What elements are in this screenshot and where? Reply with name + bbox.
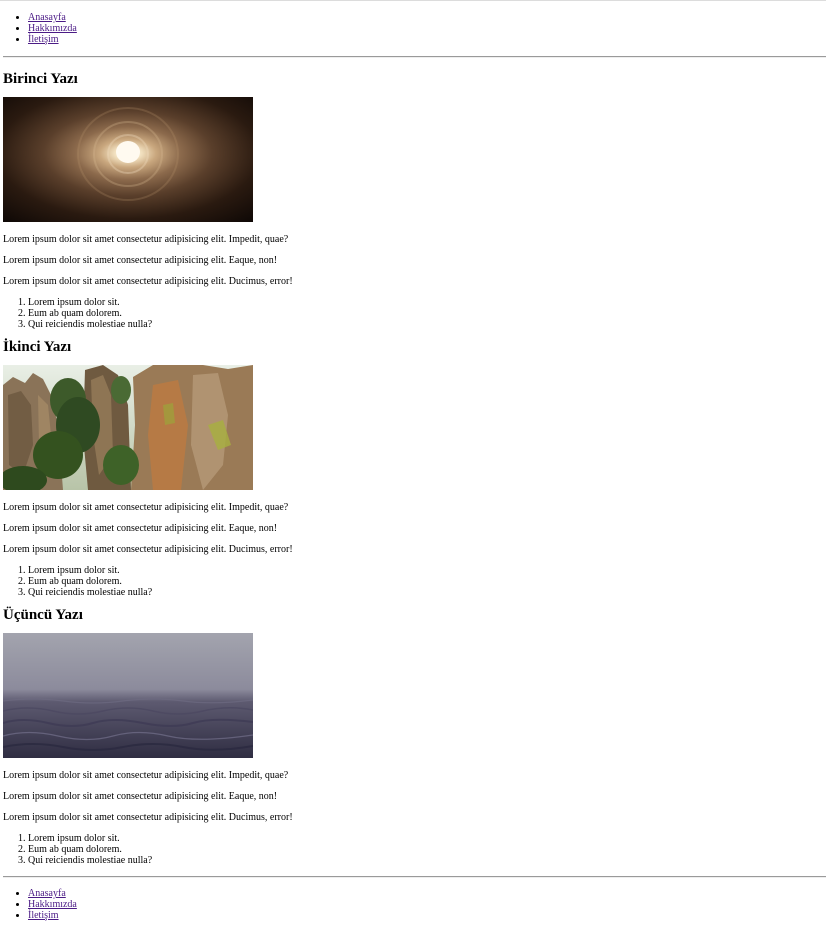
article-2: İkinci Yazı Lorem ipsum dolor sit amet c… <box>3 339 826 598</box>
article-paragraph: Lorem ipsum dolor sit amet consectetur a… <box>3 770 289 781</box>
article-paragraph: Lorem ipsum dolor sit amet consectetur a… <box>3 812 293 823</box>
list-item: Eum ab quam dolorem. <box>28 844 826 855</box>
nav-item-home: Anasayfa <box>28 12 826 23</box>
nav-link-home[interactable]: Anasayfa <box>28 888 66 899</box>
nav-item-about: Hakkımızda <box>28 23 826 34</box>
article-title: Üçüncü Yazı <box>3 607 83 623</box>
article-paragraph: Lorem ipsum dolor sit amet consectetur a… <box>3 544 293 555</box>
list-item: Lorem ipsum dolor sit. <box>28 565 826 576</box>
article-paragraph: Lorem ipsum dolor sit amet consectetur a… <box>3 255 278 266</box>
article-3: Üçüncü Yazı Lorem ipsum dolor sit amet c… <box>3 607 826 866</box>
page: Anasayfa Hakkımızda İletişim Birinci Yaz… <box>0 0 826 921</box>
article-paragraph: Lorem ipsum dolor sit amet consectetur a… <box>3 791 278 802</box>
article-paragraph: Lorem ipsum dolor sit amet consectetur a… <box>3 523 278 534</box>
article-paragraph: Lorem ipsum dolor sit amet consectetur a… <box>3 502 289 513</box>
article-list: Lorem ipsum dolor sit. Eum ab quam dolor… <box>3 297 826 330</box>
bottom-navigation: Anasayfa Hakkımızda İletişim <box>3 888 826 921</box>
nav-item-about: Hakkımızda <box>28 899 826 910</box>
article-title: Birinci Yazı <box>3 71 78 87</box>
list-item: Qui reiciendis molestiae nulla? <box>28 319 826 330</box>
nav-link-home[interactable]: Anasayfa <box>28 12 66 23</box>
article-1: Birinci Yazı Lorem ipsum dolor sit amet … <box>3 71 826 330</box>
article-list: Lorem ipsum dolor sit. Eum ab quam dolor… <box>3 565 826 598</box>
divider-bottom <box>3 876 826 878</box>
nav-link-about[interactable]: Hakkımızda <box>28 899 77 910</box>
nav-link-about[interactable]: Hakkımızda <box>28 23 77 34</box>
tunnel-photo <box>3 97 253 222</box>
nav-item-contact: İletişim <box>28 910 826 921</box>
rock-cliffs-photo <box>3 365 253 490</box>
article-paragraph: Lorem ipsum dolor sit amet consectetur a… <box>3 276 293 287</box>
article-paragraph: Lorem ipsum dolor sit amet consectetur a… <box>3 234 289 245</box>
list-item: Qui reiciendis molestiae nulla? <box>28 855 826 866</box>
divider-top <box>3 56 826 58</box>
nav-item-home: Anasayfa <box>28 888 826 899</box>
top-navigation: Anasayfa Hakkımızda İletişim <box>3 0 826 45</box>
foggy-sea-photo <box>3 633 253 758</box>
list-item: Eum ab quam dolorem. <box>28 576 826 587</box>
list-item: Qui reiciendis molestiae nulla? <box>28 587 826 598</box>
list-item: Eum ab quam dolorem. <box>28 308 826 319</box>
list-item: Lorem ipsum dolor sit. <box>28 833 826 844</box>
nav-item-contact: İletişim <box>28 34 826 45</box>
article-title: İkinci Yazı <box>3 339 72 355</box>
nav-link-contact[interactable]: İletişim <box>28 910 59 921</box>
nav-link-contact[interactable]: İletişim <box>28 34 59 45</box>
article-list: Lorem ipsum dolor sit. Eum ab quam dolor… <box>3 833 826 866</box>
list-item: Lorem ipsum dolor sit. <box>28 297 826 308</box>
